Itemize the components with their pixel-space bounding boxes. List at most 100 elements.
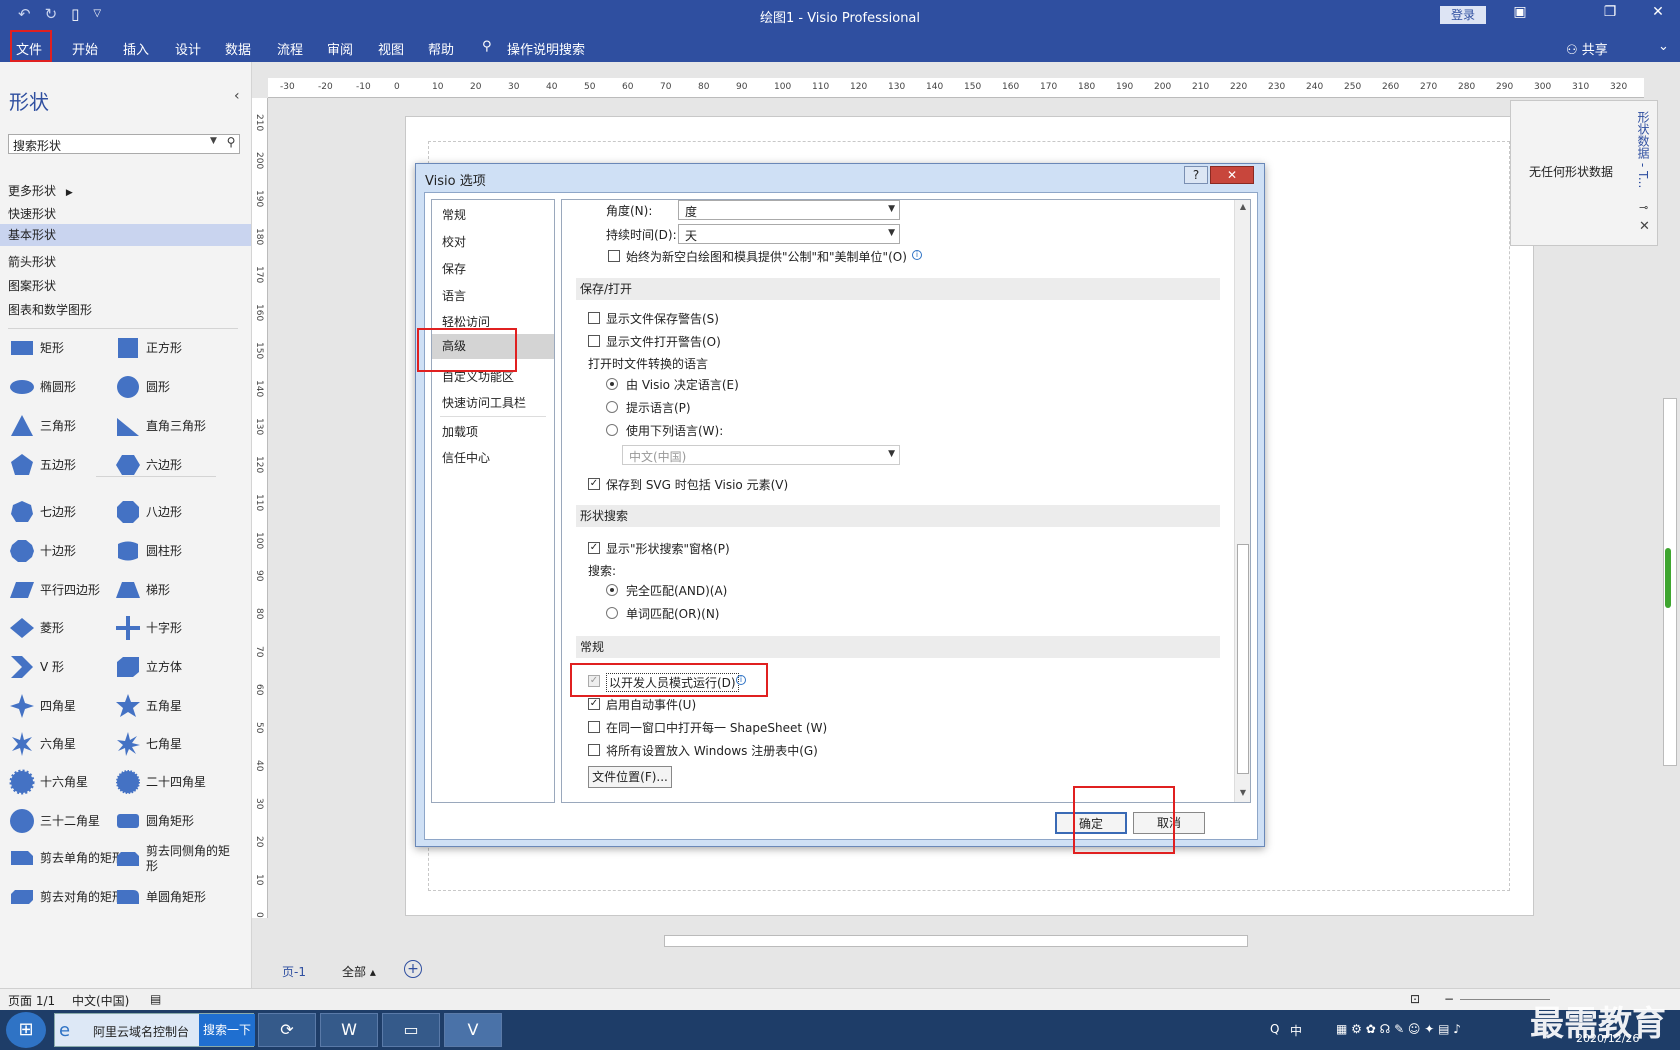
tab-process[interactable]: 流程 xyxy=(277,39,303,58)
shape-item[interactable]: 六边形 xyxy=(114,451,234,479)
stencil-basic-shapes[interactable]: 基本形状 xyxy=(0,224,251,246)
horizontal-scrollbar[interactable] xyxy=(264,934,1656,948)
browser-icon[interactable]: ⟳ xyxy=(258,1013,316,1047)
shape-item[interactable]: 矩形 xyxy=(8,334,128,362)
ime-mode[interactable]: 中 xyxy=(1290,1022,1302,1039)
save-warning-checkbox[interactable] xyxy=(588,312,600,324)
nav-trust-center[interactable]: 信任中心 xyxy=(442,449,490,466)
taskbar-ie-window[interactable]: e 阿里云域名控制台 搜索一下 xyxy=(54,1013,255,1047)
angle-select[interactable]: 度 ▼ xyxy=(678,200,900,220)
shape-item[interactable]: 单圆角矩形 xyxy=(114,883,234,911)
shape-item[interactable]: 圆柱形 xyxy=(114,537,234,565)
scroll-up-icon[interactable]: ▲ xyxy=(1237,202,1249,214)
tab-file[interactable]: 文件 xyxy=(16,39,42,58)
nav-general[interactable]: 常规 xyxy=(442,206,466,223)
tab-help[interactable]: 帮助 xyxy=(428,39,454,58)
radio-use-language[interactable] xyxy=(606,424,618,436)
close-window-icon[interactable]: ✕ xyxy=(1648,4,1668,20)
radio-exact-match[interactable] xyxy=(606,584,618,596)
collapse-pane-icon[interactable]: ‹ xyxy=(234,88,240,104)
shape-item[interactable]: 四角星 xyxy=(8,692,128,720)
shape-item[interactable]: 十六角星 xyxy=(8,768,128,796)
shape-item[interactable]: 直角三角形 xyxy=(114,412,234,440)
shape-item[interactable]: 六角星 xyxy=(8,730,128,758)
radio-visio-decides[interactable] xyxy=(606,378,618,390)
registry-checkbox[interactable] xyxy=(588,744,600,756)
shape-search-pane-checkbox[interactable]: ✓ xyxy=(588,542,600,554)
shape-item[interactable]: 椭圆形 xyxy=(8,373,128,401)
search-icon[interactable]: ⚲ xyxy=(222,135,240,153)
stencil-more-shapes[interactable]: 更多形状 ▶ xyxy=(8,182,73,199)
login-button[interactable]: 登录 xyxy=(1440,6,1486,24)
content-scrollbar[interactable]: ▲ ▼ xyxy=(1234,200,1250,802)
visio-icon[interactable]: V xyxy=(444,1013,502,1047)
shape-search-input[interactable]: 搜索形状 xyxy=(8,134,240,154)
shape-item[interactable]: 立方体 xyxy=(114,653,234,681)
taskbar-search-button[interactable]: 搜索一下 xyxy=(199,1014,255,1046)
stencil-pattern-shapes[interactable]: 图案形状 xyxy=(8,277,56,294)
restore-icon[interactable]: ❐ xyxy=(1600,4,1620,20)
tab-insert[interactable]: 插入 xyxy=(123,39,149,58)
pin-icon[interactable]: ⊸ xyxy=(1639,201,1648,214)
start-button[interactable]: ⊞ xyxy=(6,1012,46,1048)
shape-item[interactable]: 五角星 xyxy=(114,692,234,720)
metric-checkbox[interactable] xyxy=(608,250,620,262)
nav-proofing[interactable]: 校对 xyxy=(442,233,466,250)
ribbon-expand-icon[interactable]: ⌄ xyxy=(1658,39,1669,54)
shape-item[interactable]: 梯形 xyxy=(114,576,234,604)
tab-design[interactable]: 设计 xyxy=(175,39,201,58)
nav-addins[interactable]: 加载项 xyxy=(442,423,478,440)
tell-me-search[interactable]: 操作说明搜索 xyxy=(507,39,585,58)
shape-item[interactable]: 剪去同侧角的矩形 xyxy=(114,844,234,874)
nav-quick-access[interactable]: 快速访问工具栏 xyxy=(442,394,526,411)
ribbon-display-icon[interactable]: ▣ xyxy=(1510,4,1530,20)
radio-prompt-language[interactable] xyxy=(606,401,618,413)
shape-item[interactable]: 三十二角星 xyxy=(8,807,128,835)
page-tab-1[interactable]: 页-1 xyxy=(282,963,306,980)
close-panel-icon[interactable]: ✕ xyxy=(1639,219,1650,234)
zoom-out-icon[interactable]: − xyxy=(1444,992,1454,1006)
tab-view[interactable]: 视图 xyxy=(378,39,404,58)
dialog-close-button[interactable]: ✕ xyxy=(1210,166,1254,184)
explorer-icon[interactable]: ▭ xyxy=(382,1013,440,1047)
open-warning-checkbox[interactable] xyxy=(588,335,600,347)
shape-item[interactable]: 十边形 xyxy=(8,537,128,565)
shape-item[interactable]: 圆形 xyxy=(114,373,234,401)
add-page-button[interactable]: + xyxy=(404,960,422,978)
auto-events-checkbox[interactable]: ✓ xyxy=(588,698,600,710)
dialog-help-button[interactable]: ? xyxy=(1184,166,1208,184)
shape-item[interactable]: 正方形 xyxy=(114,334,234,362)
file-locations-button[interactable]: 文件位置(F)... xyxy=(588,766,672,788)
shape-item[interactable]: V 形 xyxy=(8,653,128,681)
stencil-arrow-shapes[interactable]: 箭头形状 xyxy=(8,253,56,270)
shape-item[interactable]: 七边形 xyxy=(8,498,128,526)
nav-save[interactable]: 保存 xyxy=(442,260,466,277)
vertical-scrollbar[interactable] xyxy=(1660,78,1680,930)
ime-icon[interactable]: Q xyxy=(1270,1022,1279,1036)
nav-language[interactable]: 语言 xyxy=(442,287,466,304)
macro-icon[interactable]: ▤ xyxy=(150,992,161,1006)
horizontal-scroll-thumb[interactable] xyxy=(664,935,1248,947)
stencil-quick-shapes[interactable]: 快速形状 xyxy=(8,205,56,222)
all-pages-button[interactable]: 全部 ▴ xyxy=(342,963,376,980)
language-status[interactable]: 中文(中国) xyxy=(72,992,129,1009)
shape-item[interactable]: 五边形 xyxy=(8,451,128,479)
shapesheet-checkbox[interactable] xyxy=(588,721,600,733)
presentation-icon[interactable]: ⊡ xyxy=(1410,992,1420,1006)
scroll-down-icon[interactable]: ▼ xyxy=(1237,788,1249,800)
tab-review[interactable]: 审阅 xyxy=(327,39,353,58)
shape-item[interactable]: 菱形 xyxy=(8,614,128,642)
tray-icons[interactable]: ▦ ⚙ ✿ ☊ ✎ ☺ ✦ ▤ ♪ xyxy=(1336,1022,1461,1036)
shape-item[interactable]: 剪去对角的矩形 xyxy=(8,883,128,911)
shape-item[interactable]: 平行四边形 xyxy=(8,576,128,604)
shape-item[interactable]: 剪去单角的矩形 xyxy=(8,844,128,872)
stencil-chart-math[interactable]: 图表和数学图形 xyxy=(8,301,92,318)
shape-item[interactable]: 十字形 xyxy=(114,614,234,642)
tab-data[interactable]: 数据 xyxy=(225,39,251,58)
shape-item[interactable]: 三角形 xyxy=(8,412,128,440)
svg-checkbox[interactable]: ✓ xyxy=(588,478,600,490)
share-button[interactable]: ⚇ 共享 xyxy=(1566,39,1608,58)
radio-any-match[interactable] xyxy=(606,607,618,619)
content-scroll-thumb[interactable] xyxy=(1237,544,1249,774)
shape-item[interactable]: 圆角矩形 xyxy=(114,807,234,835)
